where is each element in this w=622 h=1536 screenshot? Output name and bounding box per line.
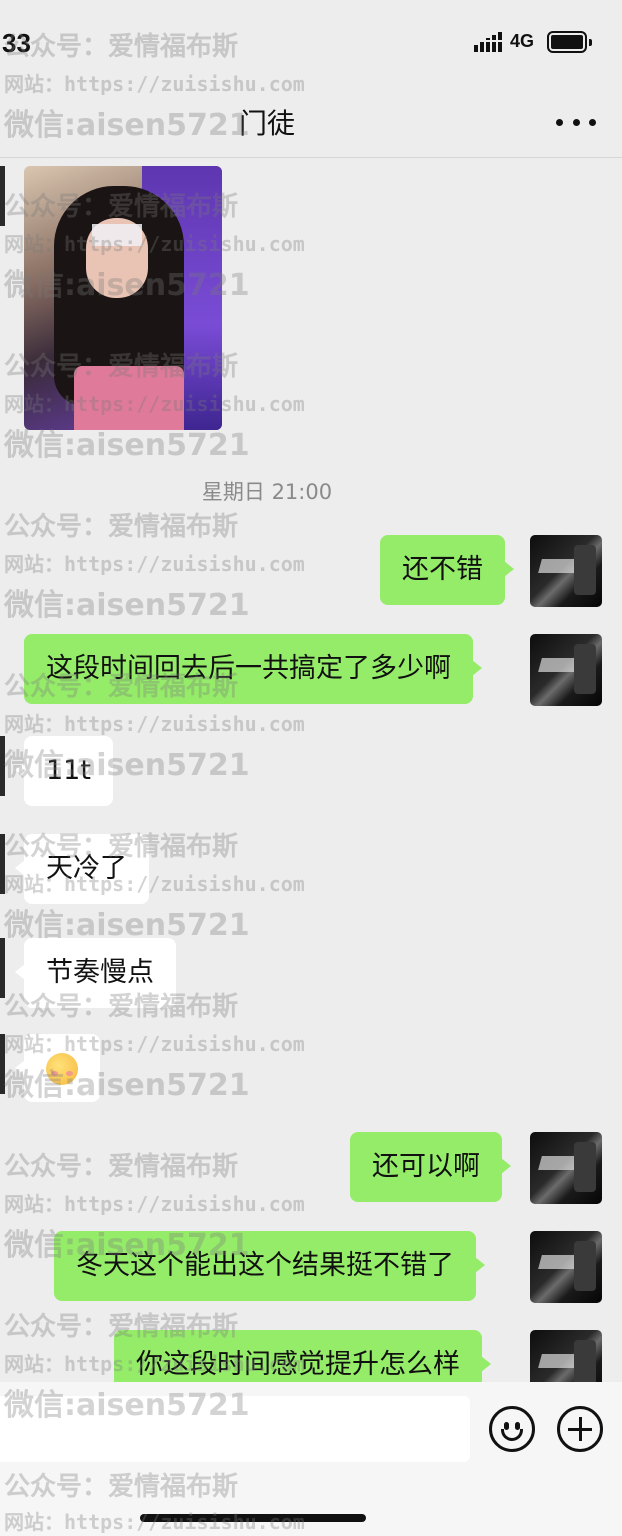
incoming-message[interactable] xyxy=(15,1034,100,1102)
status-time: 33 xyxy=(2,28,31,58)
blushing-face-icon xyxy=(46,1052,78,1085)
outgoing-message[interactable]: 你这段时间感觉提升怎么样 xyxy=(114,1330,491,1382)
user-avatar[interactable] xyxy=(530,1132,602,1204)
user-avatar[interactable] xyxy=(530,634,602,706)
status-bar: 33 4G xyxy=(0,0,622,86)
contact-avatar[interactable] xyxy=(0,834,5,894)
message-list[interactable]: 星期日 21:00 还不错 这段时间回去后一共搞定了多少啊 11t 天冷了 节奏… xyxy=(0,158,622,1382)
signal-icon xyxy=(474,32,502,52)
contact-avatar[interactable] xyxy=(0,166,5,226)
input-bar xyxy=(0,1382,622,1536)
chat-header: 门徒 xyxy=(0,86,622,158)
contact-avatar[interactable] xyxy=(0,938,5,998)
more-options-icon[interactable] xyxy=(556,114,596,130)
outgoing-message[interactable]: 冬天这个能出这个结果挺不错了 xyxy=(54,1231,485,1301)
home-indicator[interactable] xyxy=(140,1514,366,1522)
message-input[interactable] xyxy=(0,1396,470,1462)
outgoing-message[interactable]: 还可以啊 xyxy=(350,1132,511,1202)
user-avatar[interactable] xyxy=(530,1330,602,1382)
emoji-icon[interactable] xyxy=(489,1406,535,1452)
contact-avatar[interactable] xyxy=(0,736,5,796)
image-message[interactable] xyxy=(24,166,222,430)
chat-title: 门徒 xyxy=(238,107,295,140)
incoming-message[interactable]: 节奏慢点 xyxy=(15,938,176,1008)
incoming-message[interactable]: 天冷了 xyxy=(15,834,149,904)
outgoing-message[interactable]: 这段时间回去后一共搞定了多少啊 xyxy=(24,634,482,704)
network-type: 4G xyxy=(510,31,535,51)
contact-avatar[interactable] xyxy=(0,1034,5,1094)
plus-icon[interactable] xyxy=(557,1406,603,1452)
outgoing-message[interactable]: 还不错 xyxy=(380,535,514,605)
user-avatar[interactable] xyxy=(530,1231,602,1303)
message-timestamp: 星期日 21:00 xyxy=(201,480,333,504)
battery-icon xyxy=(547,31,592,53)
user-avatar[interactable] xyxy=(530,535,602,607)
incoming-message[interactable]: 11t xyxy=(15,736,113,806)
